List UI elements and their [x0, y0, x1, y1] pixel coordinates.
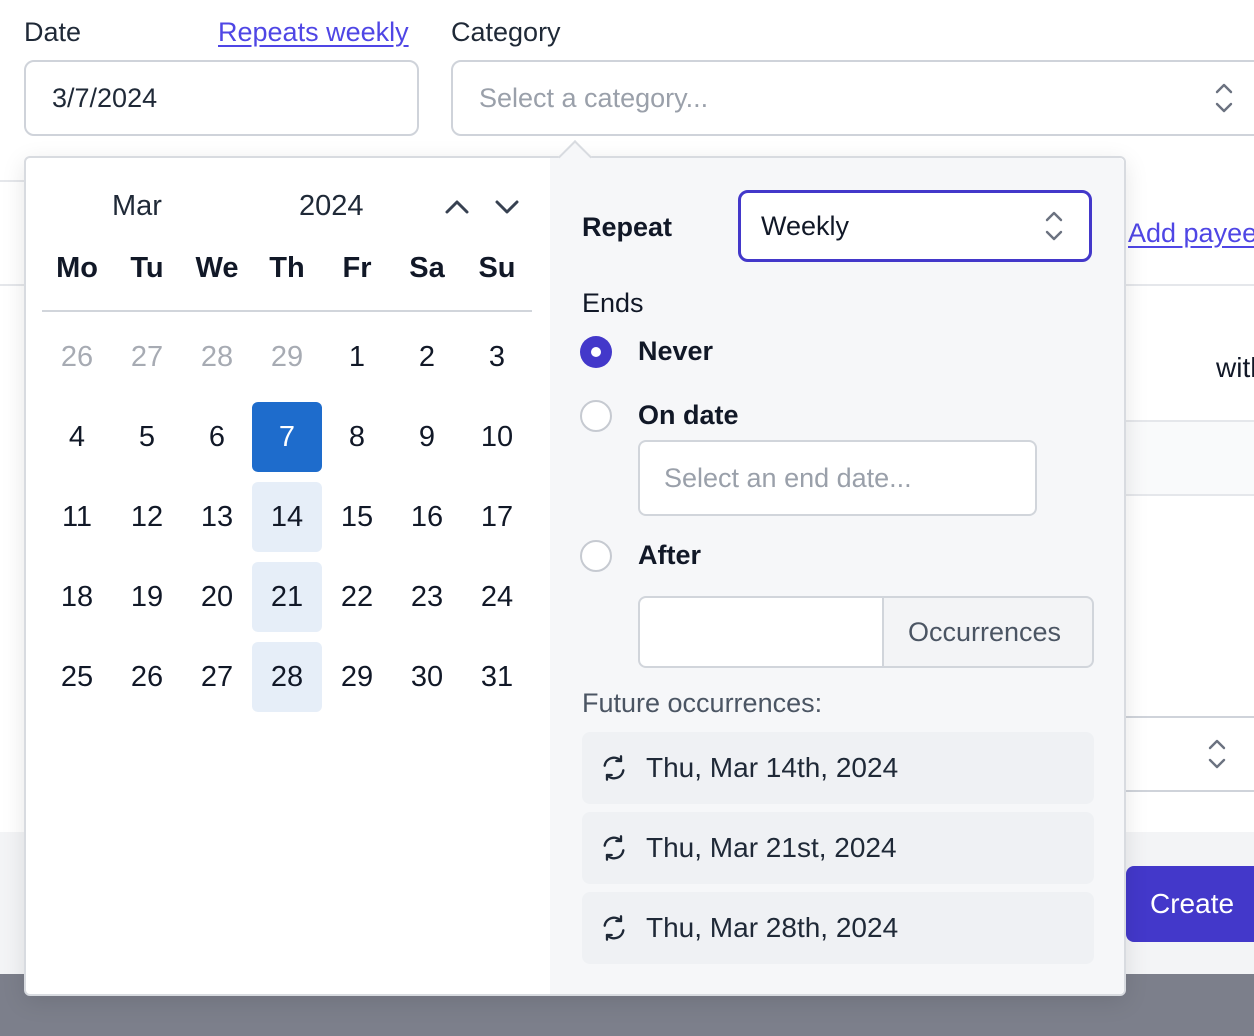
calendar-day[interactable]: 20 [182, 562, 252, 632]
partial-text: with [1216, 352, 1254, 383]
calendar-month[interactable]: Mar [112, 190, 162, 223]
calendar-day[interactable]: 2 [392, 322, 462, 392]
occurrences-addon-label: Occurrences [908, 616, 1062, 647]
calendar-day[interactable]: 8 [322, 402, 392, 472]
ends-never-radio[interactable] [580, 336, 612, 368]
repeat-label: Repeat [582, 212, 673, 242]
future-occurrences-label: Future occurrences: [582, 688, 823, 718]
calendar-day[interactable]: 28 [182, 322, 252, 392]
calendar-day[interactable]: 3 [462, 322, 532, 392]
calendar-day[interactable]: 24 [462, 562, 532, 632]
repeat-select-value: Weekly [761, 210, 850, 241]
calendar-day[interactable]: 16 [392, 482, 462, 552]
ends-never-label[interactable]: Never [638, 336, 713, 367]
next-month-button[interactable] [490, 192, 524, 222]
calendar-day[interactable]: 10 [462, 402, 532, 472]
calendar-day[interactable]: 31 [462, 642, 532, 712]
calendar-day[interactable]: 29 [322, 642, 392, 712]
calendar-day[interactable]: 25 [42, 642, 112, 712]
weekday-label: Th [269, 252, 305, 284]
calendar-day[interactable]: 17 [462, 482, 532, 552]
calendar-day[interactable]: 5 [112, 402, 182, 472]
ends-after-label[interactable]: After [638, 540, 701, 571]
end-date-placeholder: Select an end date... [664, 462, 912, 493]
add-payee-link[interactable]: Add payee [1128, 218, 1254, 249]
ends-on-date-radio[interactable] [580, 400, 612, 432]
date-label: Date [24, 17, 82, 47]
weekday-label: Sa [409, 252, 445, 284]
calendar-day[interactable]: 23 [392, 562, 462, 632]
calendar-divider [42, 310, 532, 312]
weekday-label: Mo [56, 252, 98, 284]
chevron-down-icon [495, 200, 519, 214]
calendar-day[interactable]: 29 [252, 322, 322, 392]
future-occurrence-item: Thu, Mar 21st, 2024 [582, 812, 1094, 884]
calendar-day[interactable]: 21 [252, 562, 322, 632]
date-input-value: 3/7/2024 [52, 82, 158, 113]
chevron-up-down-icon [1208, 739, 1226, 769]
calendar-pane: Mar 2024 Mo Tu We Th Fr Sa Su 26 27 28 29 1 2… [26, 158, 550, 994]
chevron-up-down-icon [1215, 83, 1233, 113]
end-date-input[interactable]: Select an end date... [638, 440, 1037, 516]
future-occurrence-date: Thu, Mar 28th, 2024 [646, 912, 899, 943]
calendar-day[interactable]: 9 [392, 402, 462, 472]
calendar-day[interactable]: 7 [252, 402, 322, 472]
calendar-day[interactable]: 13 [182, 482, 252, 552]
weekday-label: Tu [130, 252, 164, 284]
calendar-day[interactable]: 30 [392, 642, 462, 712]
calendar-day[interactable]: 12 [112, 482, 182, 552]
refresh-icon [603, 835, 625, 861]
repeats-weekly-link[interactable]: Repeats weekly [218, 17, 409, 48]
category-select-placeholder: Select a category... [479, 82, 709, 113]
date-input[interactable]: 3/7/2024 [24, 60, 419, 136]
future-occurrence-date: Thu, Mar 21st, 2024 [646, 832, 897, 863]
calendar-day[interactable]: 15 [322, 482, 392, 552]
refresh-icon [603, 755, 625, 781]
calendar-day[interactable]: 19 [112, 562, 182, 632]
calendar-day[interactable]: 4 [42, 402, 112, 472]
ends-on-date-label[interactable]: On date [638, 400, 739, 431]
weekday-label: We [195, 252, 239, 284]
calendar-day[interactable]: 26 [112, 642, 182, 712]
ends-after-radio[interactable] [580, 540, 612, 572]
weekday-label: Su [478, 252, 516, 284]
occurrences-input[interactable] [638, 596, 884, 668]
chevron-up-down-icon [1045, 211, 1063, 241]
calendar-day[interactable]: 28 [252, 642, 322, 712]
category-label: Category [451, 17, 561, 47]
calendar-day[interactable]: 22 [322, 562, 392, 632]
repeat-select[interactable]: Weekly [738, 190, 1092, 262]
chevron-up-icon [445, 200, 469, 214]
category-select[interactable]: Select a category... [451, 60, 1254, 136]
occurrences-addon: Occurrences [882, 596, 1094, 668]
ends-label: Ends [582, 288, 644, 318]
future-occurrence-date: Thu, Mar 14th, 2024 [646, 752, 899, 783]
repeat-pane: Repeat Weekly Ends Never On date Select … [550, 158, 1124, 994]
divider [1126, 284, 1254, 286]
date-picker-popover: Mar 2024 Mo Tu We Th Fr Sa Su 26 27 28 29 1 2… [24, 156, 1126, 996]
calendar-day[interactable]: 18 [42, 562, 112, 632]
calendar-day[interactable]: 27 [112, 322, 182, 392]
calendar-day[interactable]: 11 [42, 482, 112, 552]
create-button[interactable]: Create [1126, 866, 1254, 942]
calendar-year[interactable]: 2024 [299, 190, 364, 223]
future-occurrence-item: Thu, Mar 28th, 2024 [582, 892, 1094, 964]
calendar-day[interactable]: 14 [252, 482, 322, 552]
refresh-icon [603, 915, 625, 941]
weekday-header: Mo Tu We Th Fr Sa Su [42, 252, 532, 285]
calendar-day[interactable]: 6 [182, 402, 252, 472]
table-row [1126, 420, 1254, 496]
calendar-day[interactable]: 26 [42, 322, 112, 392]
calendar-day[interactable]: 27 [182, 642, 252, 712]
calendar-day[interactable]: 1 [322, 322, 392, 392]
previous-month-button[interactable] [440, 192, 474, 222]
future-occurrence-item: Thu, Mar 14th, 2024 [582, 732, 1094, 804]
weekday-label: Fr [342, 252, 372, 284]
